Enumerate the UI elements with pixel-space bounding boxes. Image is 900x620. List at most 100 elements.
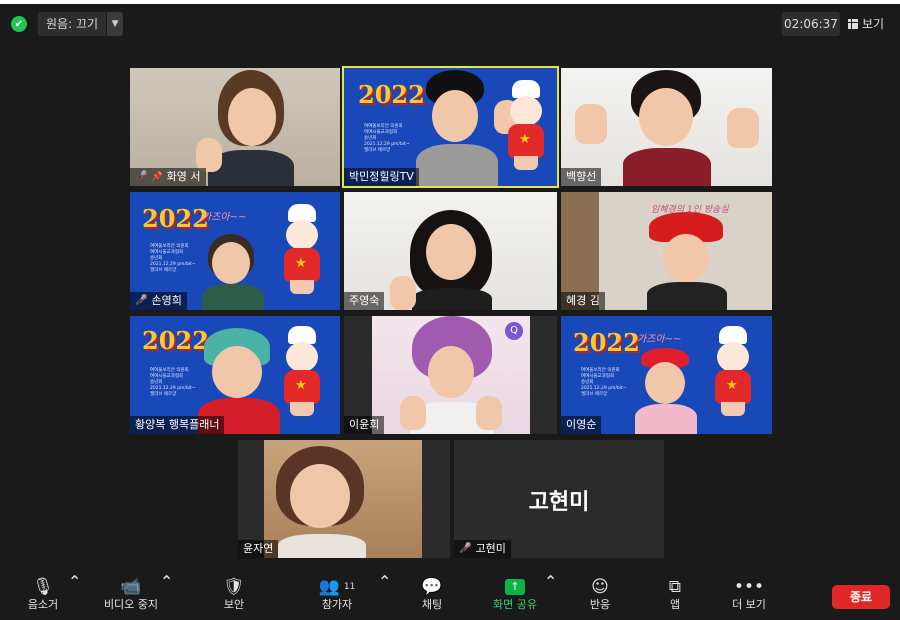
participant-name: 박민정힐링TV — [349, 170, 414, 183]
participants-options-caret[interactable]: ⌃ — [378, 572, 391, 620]
participant-name: 황양복 행복플래너 — [135, 418, 220, 431]
slide-year: 2022 — [142, 204, 209, 233]
more-label: 더 보기 — [732, 598, 766, 611]
meeting-timer: 02:06:37 — [782, 12, 840, 36]
meeting-toolbar: 🎙 음소거 ⌃ 📹 비디오 중지 ⌃ 🛡 보안 👥 11 참가자 ⌃ 💬 채팅 ↑… — [0, 572, 900, 620]
participant-name: 혜경 김 — [566, 294, 600, 307]
participant-name: 백향선 — [566, 170, 597, 183]
slide-year: 2022 — [573, 328, 640, 357]
slide-tagline: 가즈아~~ — [202, 212, 247, 223]
chat-label: 채팅 — [421, 598, 443, 611]
q-badge: Q — [505, 322, 523, 340]
participant-name: 윤자연 — [243, 542, 274, 555]
participant-name: 손영희 — [151, 294, 182, 307]
participant-name-tag: 🎤̸ 고현미 — [454, 540, 511, 558]
video-tile-5[interactable]: 주영숙 — [344, 192, 557, 310]
participant-name: 이윤희 — [349, 418, 380, 431]
chevron-down-icon[interactable]: ▼ — [106, 12, 124, 36]
waving-hand — [390, 276, 416, 310]
end-meeting-button[interactable]: 종료 — [832, 585, 890, 609]
chef-mascot: ★ — [280, 204, 324, 296]
microphone-icon: 🎙 — [32, 577, 54, 597]
view-button[interactable]: 보기 — [848, 12, 884, 36]
video-tile-10[interactable]: 윤자연 — [238, 440, 450, 558]
reactions-button[interactable]: ☺ 반응 — [580, 572, 620, 620]
slide-text: 여여울보리안 의원회 여여시울교과협회 송년회 2021.12.29 pm/bit~ 엘… — [150, 244, 196, 273]
video-tile-8[interactable]: Q 이윤희 — [344, 316, 557, 434]
stop-video-label: 비디오 중지 — [103, 598, 159, 611]
participant-name-tag: 백향선 — [561, 168, 602, 186]
slide-text: 여여울보리안 의원회 여여시울교과협회 송년회 2021.12.29 pm/bit~ 엘… — [150, 368, 196, 397]
participant-video — [202, 234, 264, 310]
apps-button[interactable]: ⧉ 앱 — [658, 572, 692, 620]
audio-options-caret[interactable]: ⌃ — [68, 572, 81, 620]
participant-video — [406, 208, 496, 310]
raised-hand-right — [476, 396, 502, 430]
more-button[interactable]: ••• 더 보기 — [724, 572, 774, 620]
participant-video — [647, 210, 727, 310]
security-button[interactable]: 🛡 보안 — [214, 572, 254, 620]
participant-name: 화영 서 — [166, 170, 201, 183]
original-sound-toggle[interactable]: 원음: 끄기 ▼ — [38, 12, 124, 36]
chef-mascot: ★ — [504, 80, 548, 172]
share-screen-label: 화면 공유 — [493, 598, 537, 611]
participant-name-tag: 🎤̸ 📌 화영 서 — [130, 168, 206, 186]
participants-button[interactable]: 👥 11 참가자 — [312, 572, 362, 620]
participant-video — [274, 446, 370, 558]
video-camera-icon: 📹 — [120, 577, 142, 597]
participant-name-tag: 박민정힐링TV — [344, 168, 419, 186]
chat-bubble-icon: 💬 — [421, 577, 443, 597]
video-options-caret[interactable]: ⌃ — [160, 572, 173, 620]
slide-tagline: 가즈아~~ — [637, 334, 682, 345]
smiley-plus-icon: ☺ — [591, 577, 609, 597]
top-bar: ✔ 원음: 끄기 ▼ 02:06:37 보기 — [0, 4, 900, 44]
participant-name-tag: 이영순 — [561, 416, 602, 434]
original-sound-label[interactable]: 원음: 끄기 — [38, 12, 107, 36]
chat-button[interactable]: 💬 채팅 — [414, 572, 450, 620]
video-tile-11[interactable]: 고현미 🎤̸ 고현미 — [454, 440, 664, 558]
slide-text: 여여울보리안 의원회 여여시울교과협회 송년회 2021.12.29 pm/bit~ 엘… — [581, 368, 627, 397]
participants-count: 11 — [343, 582, 356, 592]
mic-muted-icon: 🎤̸ — [459, 543, 472, 554]
video-tile-1[interactable]: 🎤̸ 📌 화영 서 — [130, 68, 340, 186]
apps-icon: ⧉ — [668, 577, 682, 597]
participant-name-tag: 윤자연 — [238, 540, 279, 558]
participant-name-tag: 이윤희 — [344, 416, 385, 434]
chef-mascot: ★ — [280, 326, 324, 418]
raised-hand-left — [400, 396, 426, 430]
participant-name-tag: 주영숙 — [344, 292, 385, 310]
apps-label: 앱 — [669, 598, 681, 611]
participant-video — [621, 68, 711, 186]
mic-muted-icon: 🎤̸ — [135, 171, 148, 182]
participants-label: 참가자 — [321, 598, 353, 611]
share-screen-icon: ↑ — [486, 576, 544, 598]
view-button-label: 보기 — [862, 17, 885, 31]
mute-button[interactable]: 🎙 음소거 — [18, 572, 68, 620]
participant-name-tag: 혜경 김 — [561, 292, 605, 310]
more-dots-icon: ••• — [733, 577, 765, 597]
participant-name: 주영숙 — [349, 294, 380, 307]
video-tile-2[interactable]: 2022 여여울보리안 의원회 여여시울교과협회 송년회 2021.12.29 pm/… — [342, 66, 559, 188]
mic-muted-icon: 🎤̸ — [135, 295, 148, 306]
video-tile-4[interactable]: 2022 가즈아~~ 여여울보리안 의원회 여여시울교과협회 송년회 2021.12.… — [130, 192, 340, 310]
reactions-label: 반응 — [589, 598, 611, 611]
participant-video — [196, 68, 300, 186]
stop-video-button[interactable]: 📹 비디오 중지 — [98, 572, 164, 620]
participant-name: 이영순 — [566, 418, 597, 431]
participant-name: 고현미 — [475, 542, 506, 555]
raised-hand-right — [727, 108, 759, 148]
slide-text: 여여울보리안 의원회 여여시울교과협회 송년회 2021.12.29 pm/bit~ 엘… — [364, 124, 410, 153]
pin-icon: 📌 — [151, 172, 163, 182]
share-screen-button[interactable]: ↑ 화면 공유 — [486, 572, 544, 620]
security-label: 보안 — [223, 598, 245, 611]
grid-view-icon — [848, 19, 858, 29]
share-options-caret[interactable]: ⌃ — [544, 572, 557, 620]
video-tile-3[interactable]: 백향선 — [561, 68, 772, 186]
shield-icon: 🛡 — [223, 577, 245, 597]
participant-name-placeholder: 고현미 — [528, 490, 590, 515]
slide-year: 2022 — [358, 80, 425, 109]
video-tile-7[interactable]: 2022 여여울보리안 의원회 여여시울교과협회 송년회 2021.12.29 pm/… — [130, 316, 340, 434]
video-tile-9[interactable]: 2022 가즈아~~ 여여울보리안 의원회 여여시울교과협회 송년회 2021.12.… — [561, 316, 772, 434]
video-tile-6[interactable]: 임혜경의 1인 방송실 혜경 김 — [561, 192, 772, 310]
security-shield-icon[interactable]: ✔ — [11, 16, 27, 32]
